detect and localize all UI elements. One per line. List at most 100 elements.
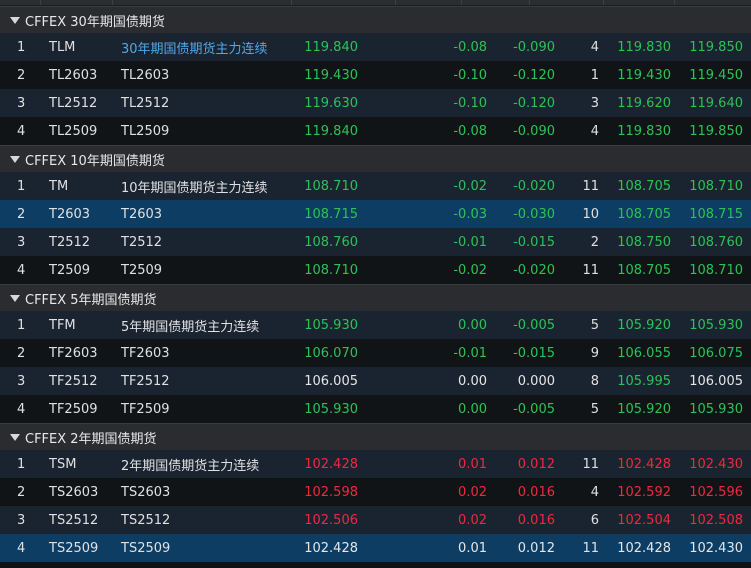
quote-row[interactable]: 3 T2512 T2512 108.760 -0.01 -0.015 2 108.750 108… [0, 228, 751, 256]
column-header-bar[interactable] [0, 0, 751, 6]
group-list: CFFEX 30年期国债期货 1 TLM 30年期国债期货主力连续 119.840 -0.… [0, 6, 751, 562]
row-index: 1 [17, 456, 26, 472]
price-change: 0.02 [458, 512, 487, 528]
quote-row[interactable]: 2 TL2603 TL2603 119.430 -0.10 -0.120 1 119.430 1… [0, 61, 751, 89]
quote-row[interactable]: 2 TF2603 TF2603 106.070 -0.01 -0.015 9 106.055 1… [0, 339, 751, 367]
bid-price: 119.430 [617, 67, 671, 83]
volume: 4 [590, 484, 599, 500]
group-header[interactable]: CFFEX 5年期国债期货 [0, 284, 751, 311]
column-divider[interactable] [529, 0, 530, 5]
bid-price: 105.995 [617, 373, 671, 389]
last-price: 108.710 [304, 178, 358, 194]
bid-price: 102.504 [617, 512, 671, 528]
row-index: 3 [17, 512, 26, 528]
quote-row[interactable]: 4 TL2509 TL2509 119.840 -0.08 -0.090 4 119.830 1… [0, 117, 751, 145]
last-price: 119.840 [304, 123, 358, 139]
collapse-caret-icon[interactable] [10, 155, 20, 163]
quote-row[interactable]: 3 TF2512 TF2512 106.005 0.00 0.000 8 105.995 106… [0, 367, 751, 395]
column-divider[interactable] [40, 0, 41, 5]
group-title: CFFEX 5年期国债期货 [25, 292, 157, 308]
contract-code: TF2603 [49, 345, 98, 361]
bid-price: 108.750 [617, 234, 671, 250]
price-change: 0.01 [458, 540, 487, 556]
quote-row[interactable]: 1 TSM 2年期国债期货主力连续 102.428 0.01 0.012 11 102.428… [0, 450, 751, 478]
volume: 6 [590, 512, 599, 528]
quote-row[interactable]: 3 TL2512 TL2512 119.630 -0.10 -0.120 3 119.620 1… [0, 89, 751, 117]
quote-row[interactable]: 2 T2603 T2603 108.715 -0.03 -0.030 10 108.705 10… [0, 200, 751, 228]
row-index: 1 [17, 39, 26, 55]
ask-price: 108.710 [689, 262, 743, 278]
contract-name: 2年期国债期货主力连续 [121, 458, 260, 474]
percent-change: 0.016 [517, 484, 555, 500]
quote-row[interactable]: 4 TF2509 TF2509 105.930 0.00 -0.005 5 105.920 10… [0, 395, 751, 423]
group-header[interactable]: CFFEX 30年期国债期货 [0, 6, 751, 33]
collapse-caret-icon[interactable] [10, 16, 20, 24]
collapse-caret-icon[interactable] [10, 294, 20, 302]
percent-change: -0.005 [513, 401, 555, 417]
volume: 5 [590, 317, 599, 333]
percent-change: 0.016 [517, 512, 555, 528]
volume: 1 [590, 67, 599, 83]
volume: 3 [590, 95, 599, 111]
contract-code: TM [49, 178, 69, 194]
price-change: 0.00 [458, 401, 487, 417]
quote-row[interactable]: 1 TLM 30年期国债期货主力连续 119.840 -0.08 -0.090 4 119.8… [0, 33, 751, 61]
percent-change: -0.120 [513, 67, 555, 83]
contract-code: TF2512 [49, 373, 98, 389]
volume: 11 [582, 540, 599, 556]
bid-price: 108.705 [617, 206, 671, 222]
row-index: 1 [17, 178, 26, 194]
price-change: -0.01 [453, 345, 487, 361]
contract-name: TS2603 [121, 484, 171, 500]
percent-change: -0.020 [513, 262, 555, 278]
last-price: 105.930 [304, 401, 358, 417]
percent-change: -0.015 [513, 345, 555, 361]
group-title: CFFEX 2年期国债期货 [25, 431, 157, 447]
quote-row[interactable]: 4 T2509 T2509 108.710 -0.02 -0.020 11 108.705 10… [0, 256, 751, 284]
row-index: 4 [17, 262, 26, 278]
contract-name: TS2509 [121, 540, 171, 556]
price-change: -0.02 [453, 178, 487, 194]
column-divider[interactable] [112, 0, 113, 5]
price-change: -0.10 [453, 95, 487, 111]
last-price: 106.005 [304, 373, 358, 389]
contract-name: TF2509 [121, 401, 170, 417]
price-change: -0.03 [453, 206, 487, 222]
contract-code: TS2512 [49, 512, 99, 528]
contract-name: 10年期国债期货主力连续 [121, 180, 268, 196]
group-header[interactable]: CFFEX 10年期国债期货 [0, 145, 751, 172]
bid-price: 108.705 [617, 262, 671, 278]
percent-change: 0.000 [517, 373, 555, 389]
quote-row[interactable]: 3 TS2512 TS2512 102.506 0.02 0.016 6 102.504 102… [0, 506, 751, 534]
contract-code: TS2509 [49, 540, 99, 556]
row-index: 4 [17, 540, 26, 556]
column-divider[interactable] [461, 0, 462, 5]
last-price: 119.840 [304, 39, 358, 55]
contract-name: TF2512 [121, 373, 170, 389]
quote-row[interactable]: 1 TFM 5年期国债期货主力连续 105.930 0.00 -0.005 5 105.920… [0, 311, 751, 339]
contract-name: T2603 [121, 206, 163, 222]
contract-code: TF2509 [49, 401, 98, 417]
column-divider[interactable] [603, 0, 604, 5]
quote-row[interactable]: 4 TS2509 TS2509 102.428 0.01 0.012 11 102.428 10… [0, 534, 751, 562]
contract-code: TL2603 [49, 67, 98, 83]
quote-row[interactable]: 2 TS2603 TS2603 102.598 0.02 0.016 4 102.592 102… [0, 478, 751, 506]
collapse-caret-icon[interactable] [10, 433, 20, 441]
column-divider[interactable] [674, 0, 675, 5]
last-price: 106.070 [304, 345, 358, 361]
volume: 2 [590, 234, 599, 250]
bid-price: 108.705 [617, 178, 671, 194]
column-divider[interactable] [395, 0, 396, 5]
group-header[interactable]: CFFEX 2年期国债期货 [0, 423, 751, 450]
ask-price: 119.850 [689, 123, 743, 139]
contract-code: TS2603 [49, 484, 99, 500]
volume: 4 [590, 123, 599, 139]
contract-name: TL2509 [121, 123, 170, 139]
volume: 8 [590, 373, 599, 389]
contract-code: T2509 [49, 262, 91, 278]
contract-name: T2512 [121, 234, 163, 250]
last-price: 105.930 [304, 317, 358, 333]
contract-name: T2509 [121, 262, 163, 278]
column-divider[interactable] [291, 0, 292, 5]
quote-row[interactable]: 1 TM 10年期国债期货主力连续 108.710 -0.02 -0.020 11 108.7… [0, 172, 751, 200]
